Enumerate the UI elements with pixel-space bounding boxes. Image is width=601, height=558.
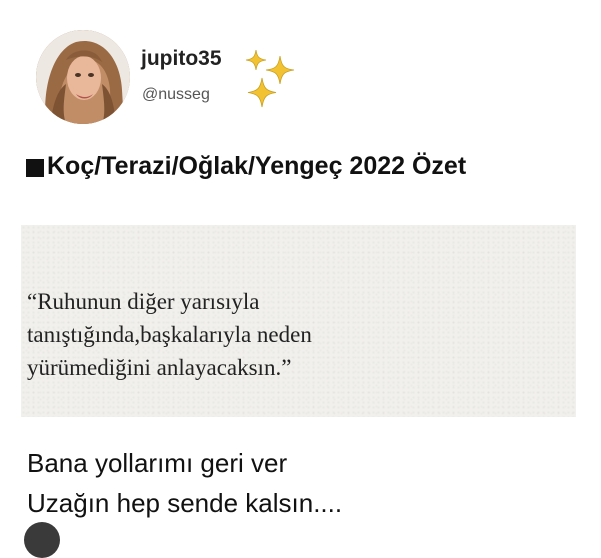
- black-square-icon: [26, 158, 44, 177]
- floating-action-button[interactable]: [24, 522, 60, 558]
- post-title-text: Koç/Terazi/Oğlak/Yengeç 2022 Özet: [47, 152, 467, 180]
- sparkles-icon: [245, 49, 295, 108]
- avatar[interactable]: [36, 30, 130, 124]
- quote-text: “Ruhunun diğer yarısıyla tanıştığında,ba…: [27, 285, 567, 384]
- user-handle: @nusseg: [142, 86, 210, 103]
- body-line: Uzağın hep sende kalsın....: [27, 488, 343, 518]
- quote-line: “Ruhunun diğer yarısıyla: [27, 289, 260, 314]
- quote-line: yürümediğini anlayacaksın.”: [27, 355, 292, 380]
- post-body: Bana yollarımı geri ver Uzağın hep sende…: [27, 443, 342, 523]
- post-title: Koç/Terazi/Oğlak/Yengeç 2022 Özet: [26, 152, 466, 181]
- body-line: Bana yollarımı geri ver: [27, 448, 288, 478]
- username[interactable]: jupito35: [141, 47, 222, 71]
- quote-line: tanıştığında,başkalarıyla neden: [27, 322, 312, 347]
- quote-image: “Ruhunun diğer yarısıyla tanıştığında,ba…: [21, 225, 576, 417]
